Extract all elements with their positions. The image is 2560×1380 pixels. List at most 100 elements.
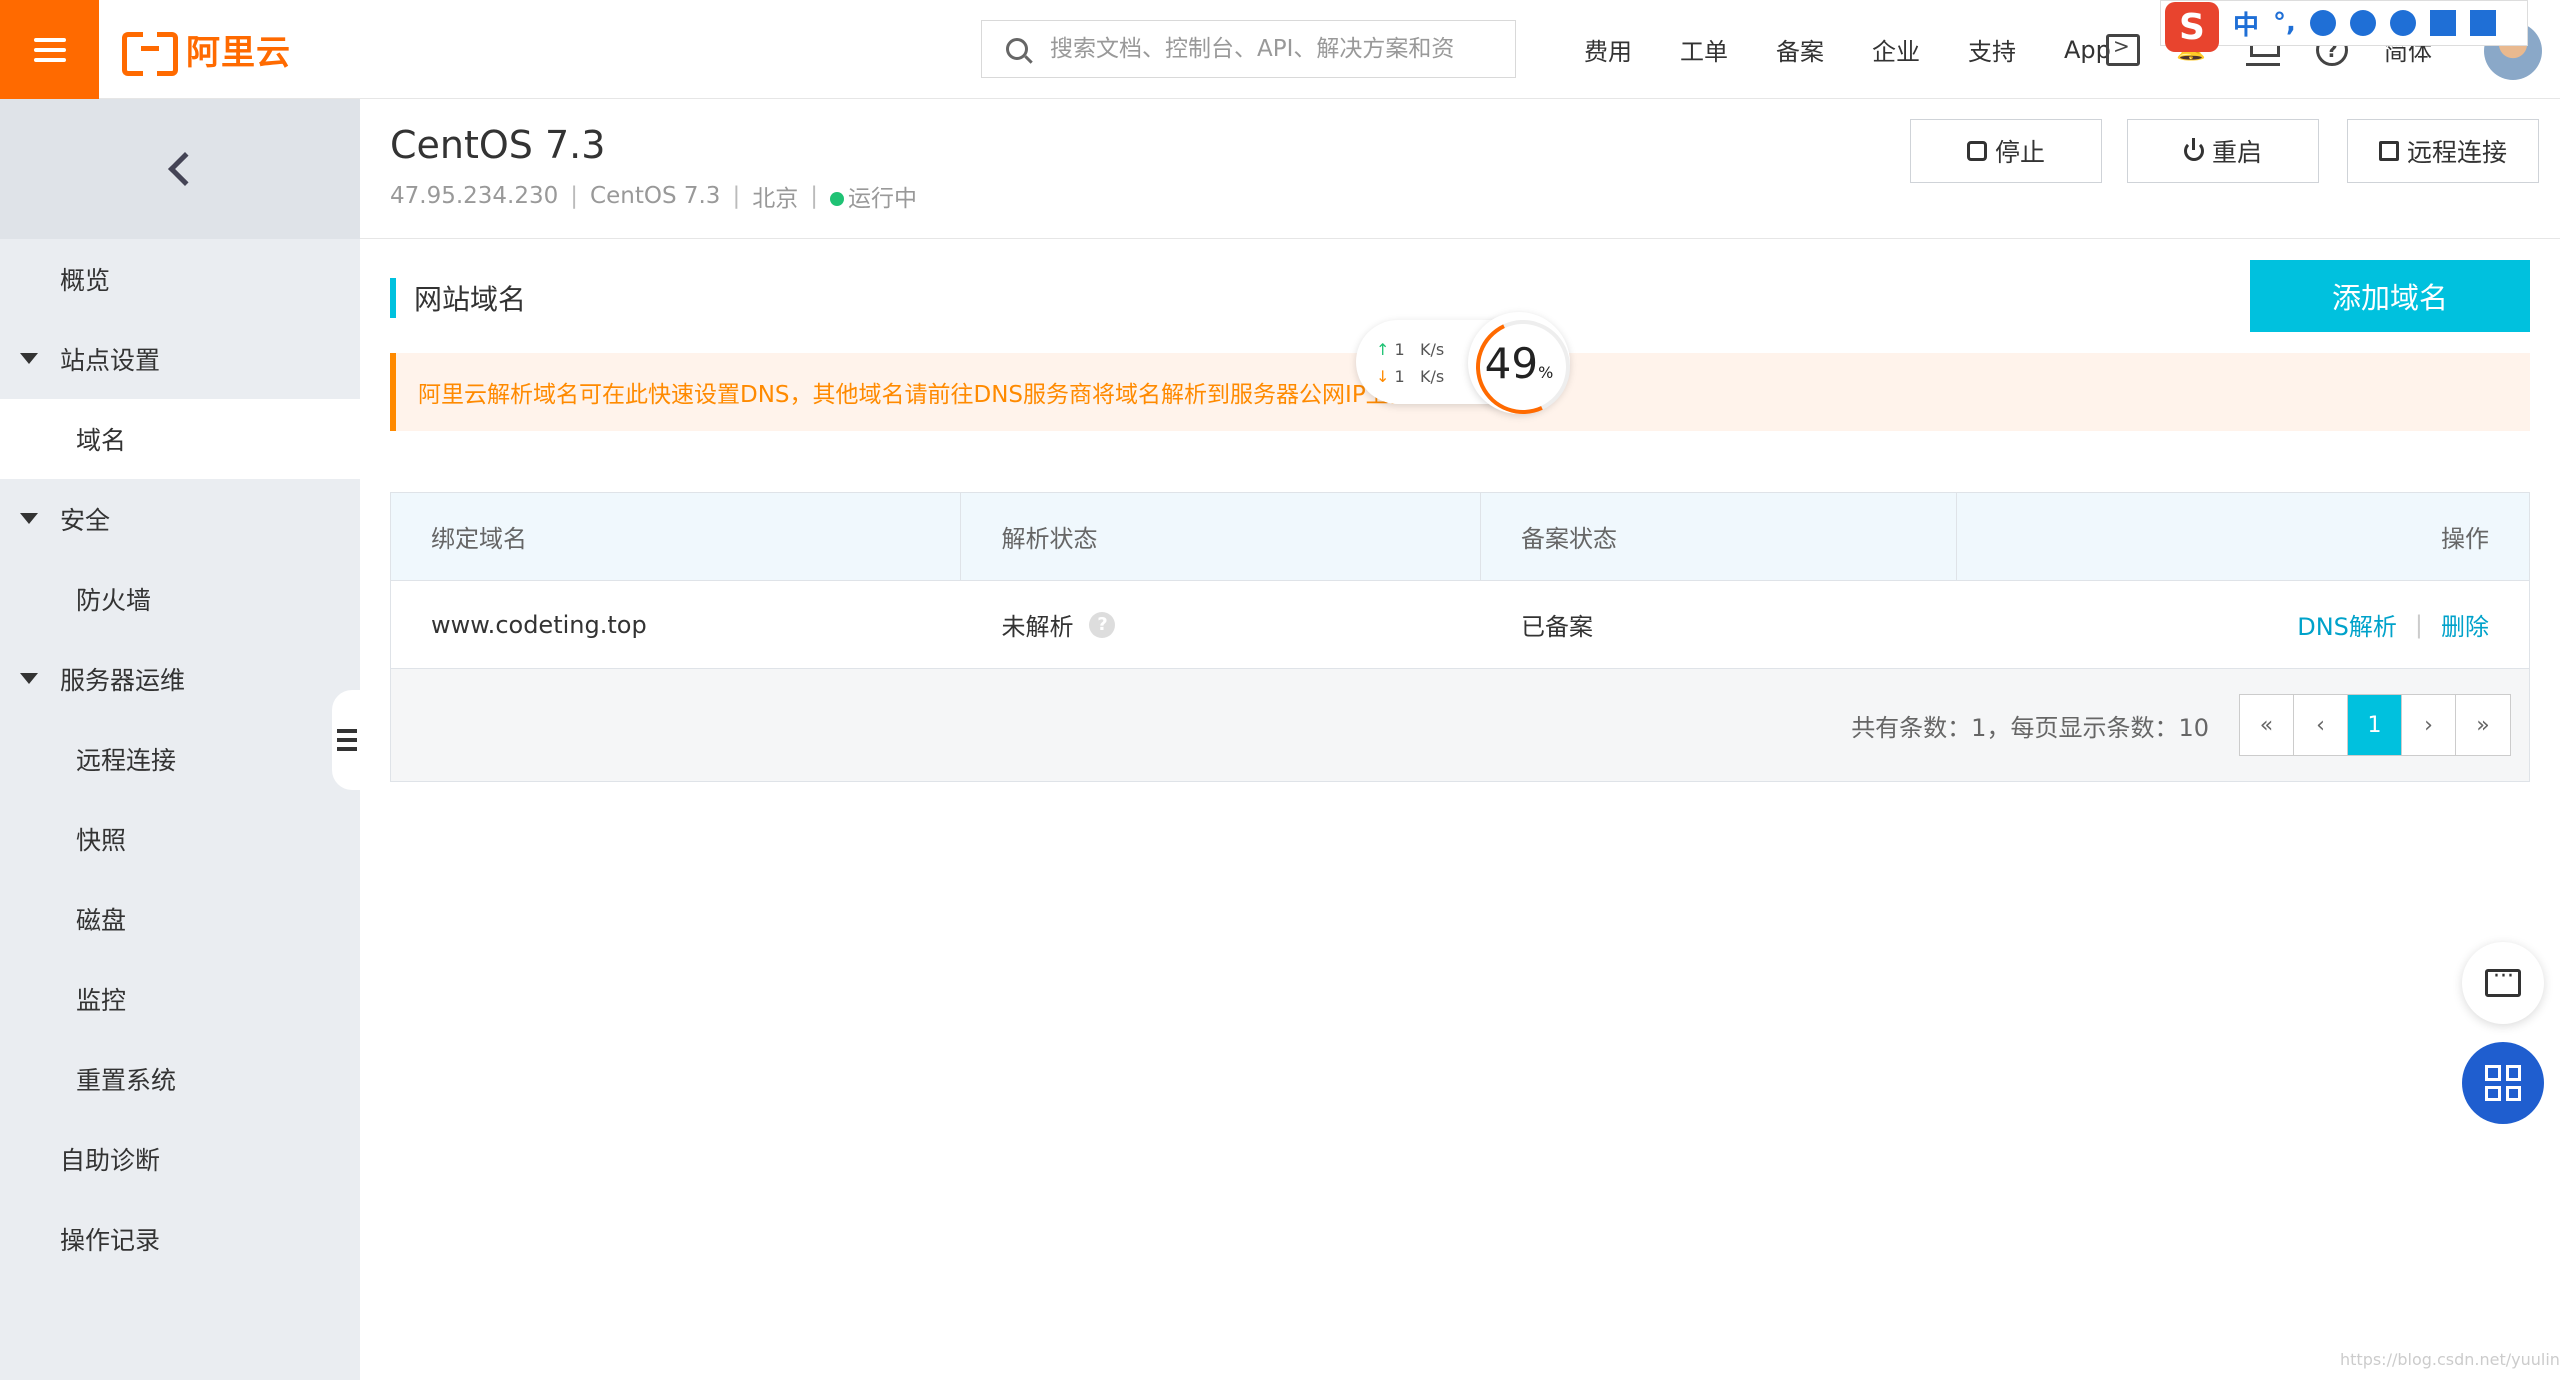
col-domain: 绑定域名 xyxy=(391,493,962,580)
page-first-button[interactable]: « xyxy=(2240,695,2294,755)
page-next-button[interactable]: › xyxy=(2402,695,2456,755)
sidebar-collapse-handle[interactable] xyxy=(332,690,362,790)
sidebar-item-reset-system[interactable]: 重置系统 xyxy=(0,1039,360,1119)
menu-button[interactable] xyxy=(0,0,99,99)
nav-support[interactable]: 支持 xyxy=(1968,32,2016,67)
sidebar-item-label: 监控 xyxy=(76,986,127,1015)
divider: | xyxy=(570,183,579,209)
microphone-icon[interactable] xyxy=(2349,10,2376,36)
sidebar: 概览 站点设置 域名 安全 防火墙 服务器运维 远程连接 快照 磁盘 监控 重置… xyxy=(0,99,360,1380)
table-header: 绑定域名 解析状态 备案状态 操作 xyxy=(391,493,2529,581)
percent-sign: % xyxy=(1538,362,1554,382)
sidebar-item-operation-log[interactable]: 操作记录 xyxy=(0,1199,360,1279)
sidebar-back[interactable] xyxy=(0,99,360,239)
dns-status-text: 未解析 xyxy=(1001,613,1074,641)
dns-resolve-link[interactable]: DNS解析 xyxy=(2297,607,2397,642)
aliyun-logo-mark xyxy=(122,32,178,76)
sidebar-group-site-settings[interactable]: 站点设置 xyxy=(0,319,360,399)
sidebar-item-disk[interactable]: 磁盘 xyxy=(0,879,360,959)
sidebar-item-snapshot[interactable]: 快照 xyxy=(0,799,360,879)
sidebar-item-label: 操作记录 xyxy=(60,1226,161,1255)
watermark: https://blog.csdn.net/yuulings xyxy=(2340,1350,2560,1369)
sidebar-group-security[interactable]: 安全 xyxy=(0,479,360,559)
title-accent-bar xyxy=(390,278,396,318)
remote-connect-button[interactable]: 远程连接 xyxy=(2347,119,2539,183)
page-1-button[interactable]: 1 xyxy=(2348,695,2402,755)
remote-icon xyxy=(2378,141,2399,161)
nav-fees[interactable]: 费用 xyxy=(1584,32,1632,67)
sidebar-group-ops[interactable]: 服务器运维 xyxy=(0,639,360,719)
top-nav: 费用 工单 备案 企业 支持 App xyxy=(1584,0,2159,99)
table-row: www.codeting.top 未解析 ? 已备案 DNS解析 | 删除 xyxy=(391,581,2529,669)
sidebar-item-firewall[interactable]: 防火墙 xyxy=(0,559,360,639)
section-title-text: 网站域名 xyxy=(414,283,527,316)
sidebar-item-overview[interactable]: 概览 xyxy=(0,239,360,319)
question-icon[interactable]: ? xyxy=(1089,611,1116,638)
divider: | xyxy=(732,183,741,209)
sidebar-item-label: 自助诊断 xyxy=(60,1146,161,1175)
nav-enterprise[interactable]: 企业 xyxy=(1872,32,1920,67)
ime-toolbar: S 中 °, xyxy=(2160,0,2528,52)
divider: | xyxy=(2414,610,2424,639)
pagination-info: 共有条数：1，每页显示条数：10 xyxy=(1851,713,2209,742)
collapse-icon xyxy=(337,729,357,751)
status-dot-icon xyxy=(829,192,844,206)
percent-value: 49% xyxy=(1485,339,1554,388)
aliyun-logo[interactable]: 阿里云 xyxy=(122,24,291,76)
col-icp-status: 备案状态 xyxy=(1481,493,1957,580)
sidebar-item-label: 站点设置 xyxy=(60,346,161,375)
sidebar-item-label: 安全 xyxy=(60,506,111,535)
terminal-icon[interactable] xyxy=(2106,33,2140,66)
sidebar-item-monitor[interactable]: 监控 xyxy=(0,959,360,1039)
search-box[interactable] xyxy=(981,20,1516,78)
notice-text: 阿里云解析域名可在此快速设置DNS，其他域名请前往DNS服务商将域名解析到服务器… xyxy=(418,382,1412,408)
nav-app[interactable]: App xyxy=(2064,36,2111,64)
ime-punct[interactable]: °, xyxy=(2273,8,2296,38)
nav-tickets[interactable]: 工单 xyxy=(1680,32,1728,67)
sidebar-item-domain[interactable]: 域名 xyxy=(0,399,360,479)
hamburger-icon xyxy=(33,37,66,62)
handwriting-icon[interactable] xyxy=(2389,10,2416,36)
sidebar-item-remote[interactable]: 远程连接 xyxy=(0,719,360,799)
instance-ip: 47.95.234.230 xyxy=(390,183,559,209)
col-dns-status: 解析状态 xyxy=(961,493,1481,580)
add-domain-button[interactable]: 添加域名 xyxy=(2250,260,2530,332)
restart-button[interactable]: 重启 xyxy=(2127,119,2319,183)
search-input[interactable] xyxy=(1050,36,1490,62)
stop-icon xyxy=(1966,141,1987,161)
page-title: CentOS 7.3 xyxy=(390,123,606,167)
instance-meta: 47.95.234.230 | CentOS 7.3 | 北京 | 运行中 xyxy=(390,179,917,213)
arrow-down-icon: ↓ xyxy=(1376,367,1390,386)
stop-label: 停止 xyxy=(1994,138,2045,167)
page-prev-button[interactable]: ‹ xyxy=(2294,695,2348,755)
percent-number: 49 xyxy=(1484,338,1539,388)
sidebar-item-self-diagnosis[interactable]: 自助诊断 xyxy=(0,1119,360,1199)
nav-icp[interactable]: 备案 xyxy=(1776,32,1824,67)
pagination: « ‹ 1 › » xyxy=(2239,694,2511,756)
upload-value: 1 xyxy=(1394,340,1405,359)
caret-down-icon xyxy=(20,513,38,524)
toolbox-icon[interactable] xyxy=(2469,10,2496,36)
sidebar-item-label: 重置系统 xyxy=(76,1066,177,1095)
network-speed-widget[interactable]: ↑ 1 K/s ↓ 1 K/s 49% xyxy=(1356,312,1576,414)
delete-link[interactable]: 删除 xyxy=(2441,607,2489,642)
caret-down-icon xyxy=(20,673,38,684)
chevron-left-icon xyxy=(168,152,202,186)
skin-icon[interactable] xyxy=(2429,10,2456,36)
sidebar-item-label: 磁盘 xyxy=(76,906,127,935)
ime-lang[interactable]: 中 xyxy=(2233,5,2259,42)
power-icon xyxy=(2183,138,2204,161)
stop-button[interactable]: 停止 xyxy=(1910,119,2102,183)
sidebar-item-label: 概览 xyxy=(60,266,111,295)
cell-dns-status: 未解析 ? xyxy=(961,581,1481,668)
sidebar-item-label: 快照 xyxy=(76,826,127,855)
sogou-logo-icon[interactable]: S xyxy=(2165,2,2219,52)
instance-header: CentOS 7.3 47.95.234.230 | CentOS 7.3 | … xyxy=(360,99,2560,239)
section-title: 网站域名 xyxy=(390,278,526,318)
page-last-button[interactable]: » xyxy=(2456,695,2510,755)
emoji-icon[interactable] xyxy=(2309,10,2336,36)
memory-ring: 49% xyxy=(1468,312,1570,414)
chat-button[interactable] xyxy=(2462,942,2544,1024)
instance-os: CentOS 7.3 xyxy=(590,183,721,209)
apps-button[interactable] xyxy=(2462,1042,2544,1124)
